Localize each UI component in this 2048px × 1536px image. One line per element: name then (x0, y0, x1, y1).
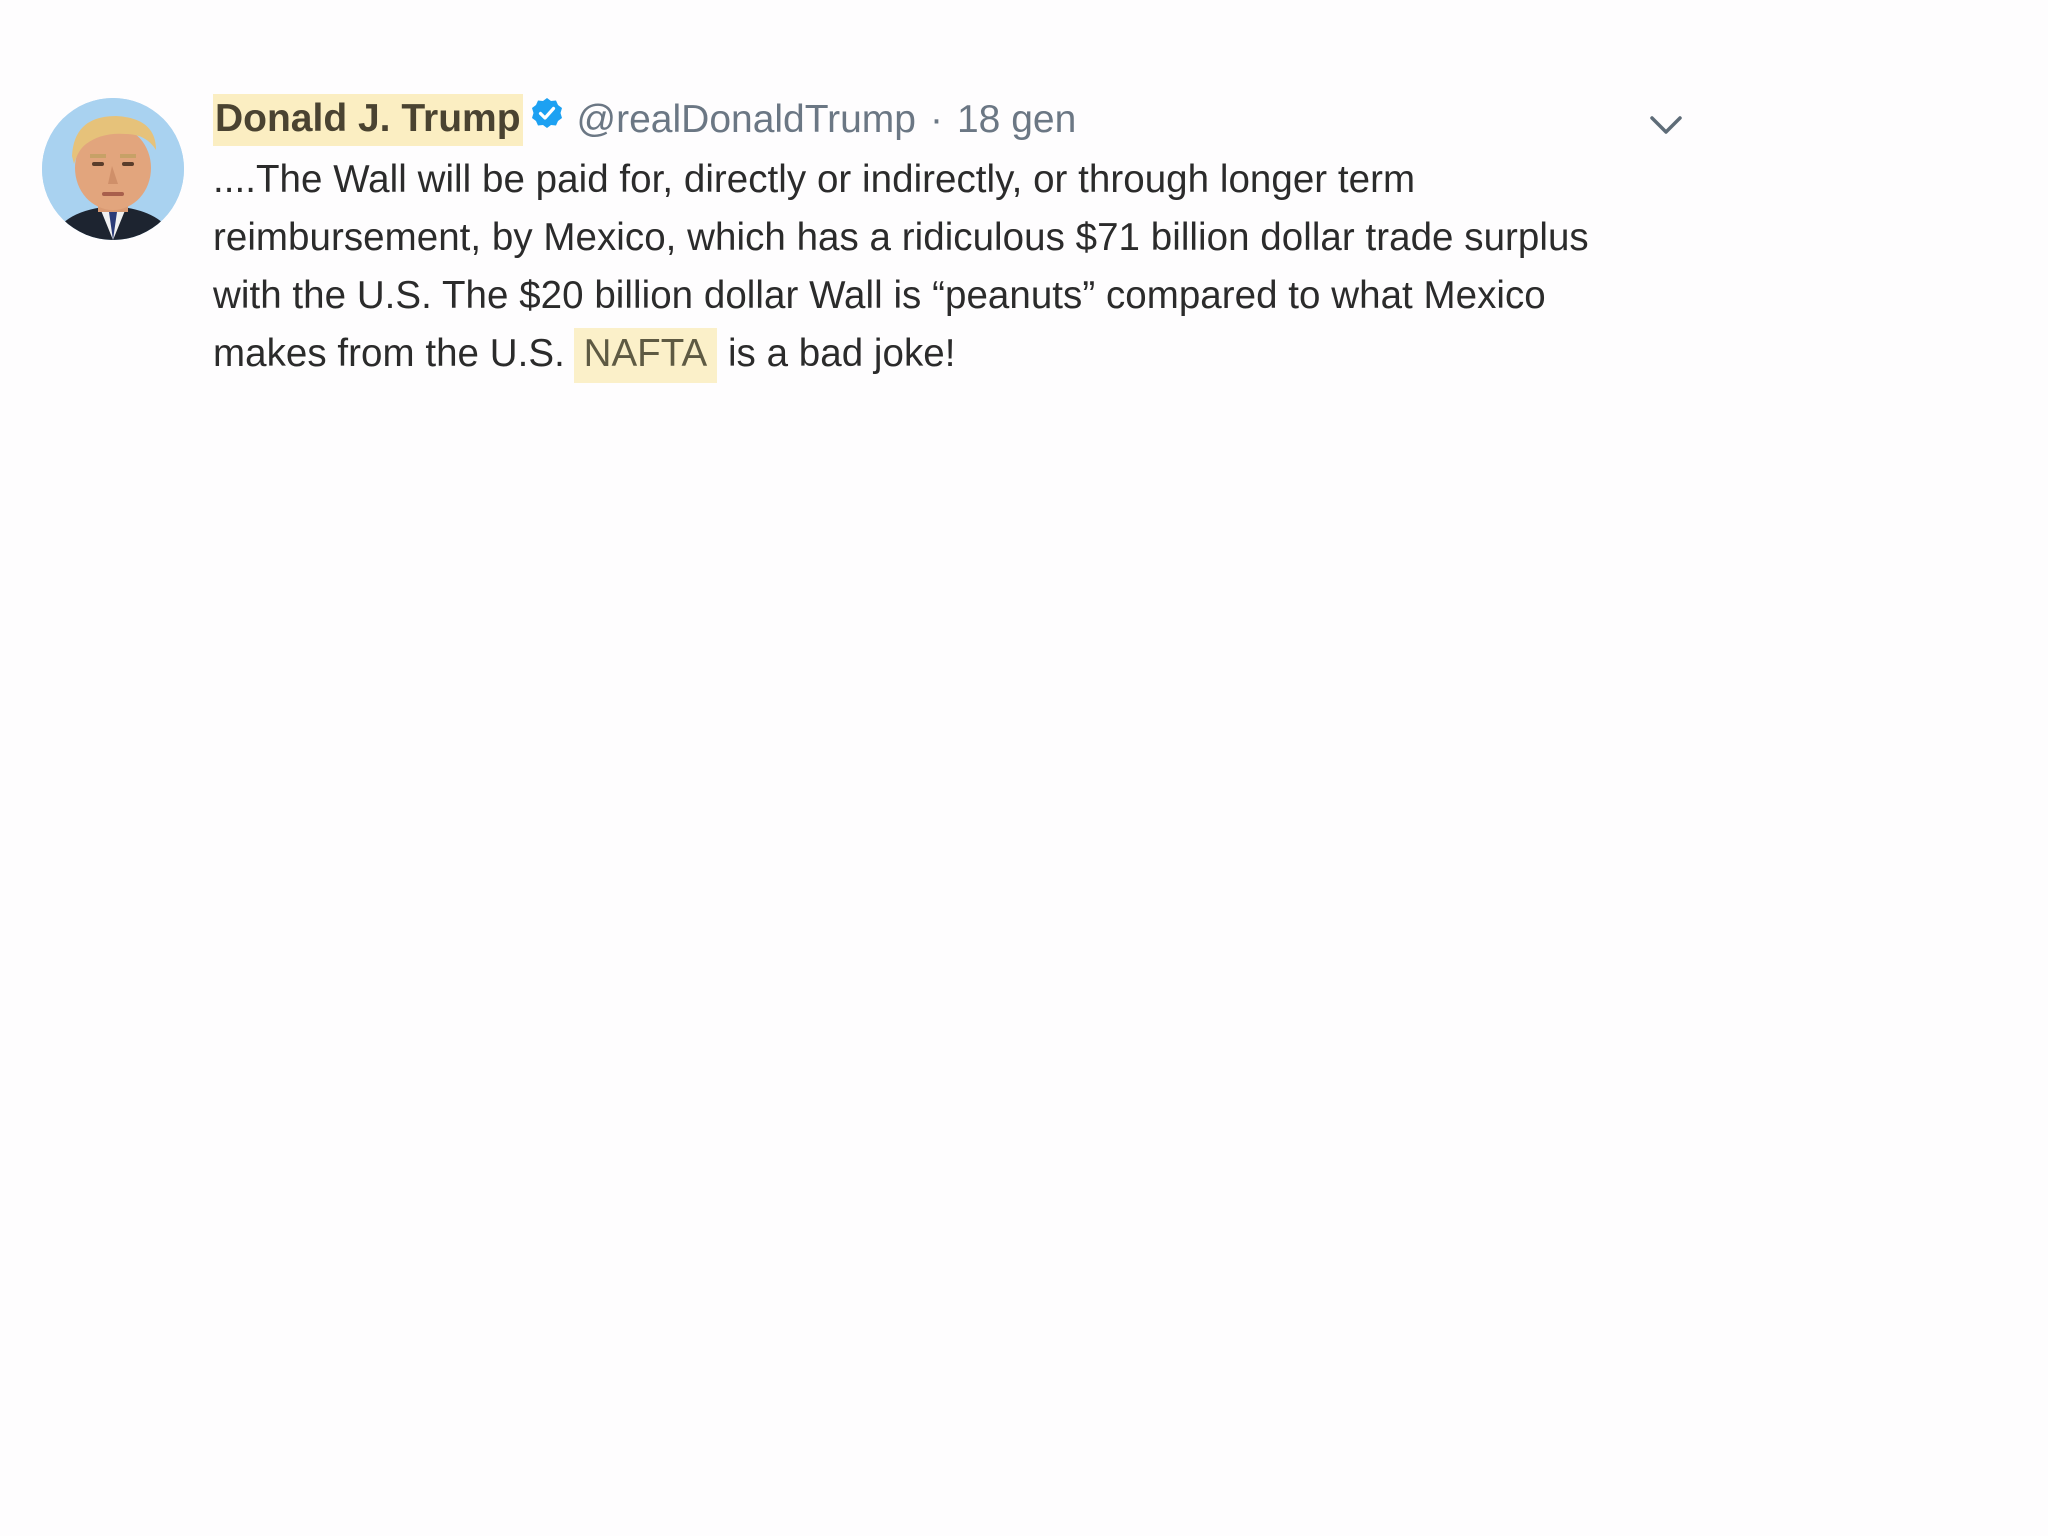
tweet-header: Donald J. Trump @realDonaldTrump · 18 ge… (213, 94, 1076, 146)
avatar-portrait-icon (42, 98, 184, 240)
tweet-timestamp[interactable]: 18 gen (957, 97, 1076, 143)
tweet-text-line: with the U.S. The $20 billion dollar Wal… (213, 274, 1546, 317)
separator-dot: · (929, 98, 943, 141)
highlighted-word: NAFTA (573, 328, 718, 383)
tweet-text-line: ....The Wall will be paid for, directly … (213, 158, 1416, 201)
tweet-text-segment: is a bad joke! (727, 332, 956, 375)
tweet: Donald J. Trump @realDonaldTrump · 18 ge… (0, 0, 2048, 420)
verified-badge-icon (531, 98, 562, 128)
author-handle[interactable]: @realDonaldTrump (577, 97, 916, 143)
author-name[interactable]: Donald J. Trump (213, 94, 523, 146)
avatar[interactable] (42, 98, 184, 240)
chevron-down-icon[interactable] (1646, 108, 1686, 140)
tweet-text-segment: makes from the U.S. (213, 332, 565, 375)
tweet-text: ....The Wall will be paid for, directly … (213, 151, 1713, 383)
tweet-text-line: makes from the U.S. NAFTA is a bad joke! (213, 325, 1713, 383)
tweet-text-line: reimbursement, by Mexico, which has a ri… (213, 216, 1589, 259)
